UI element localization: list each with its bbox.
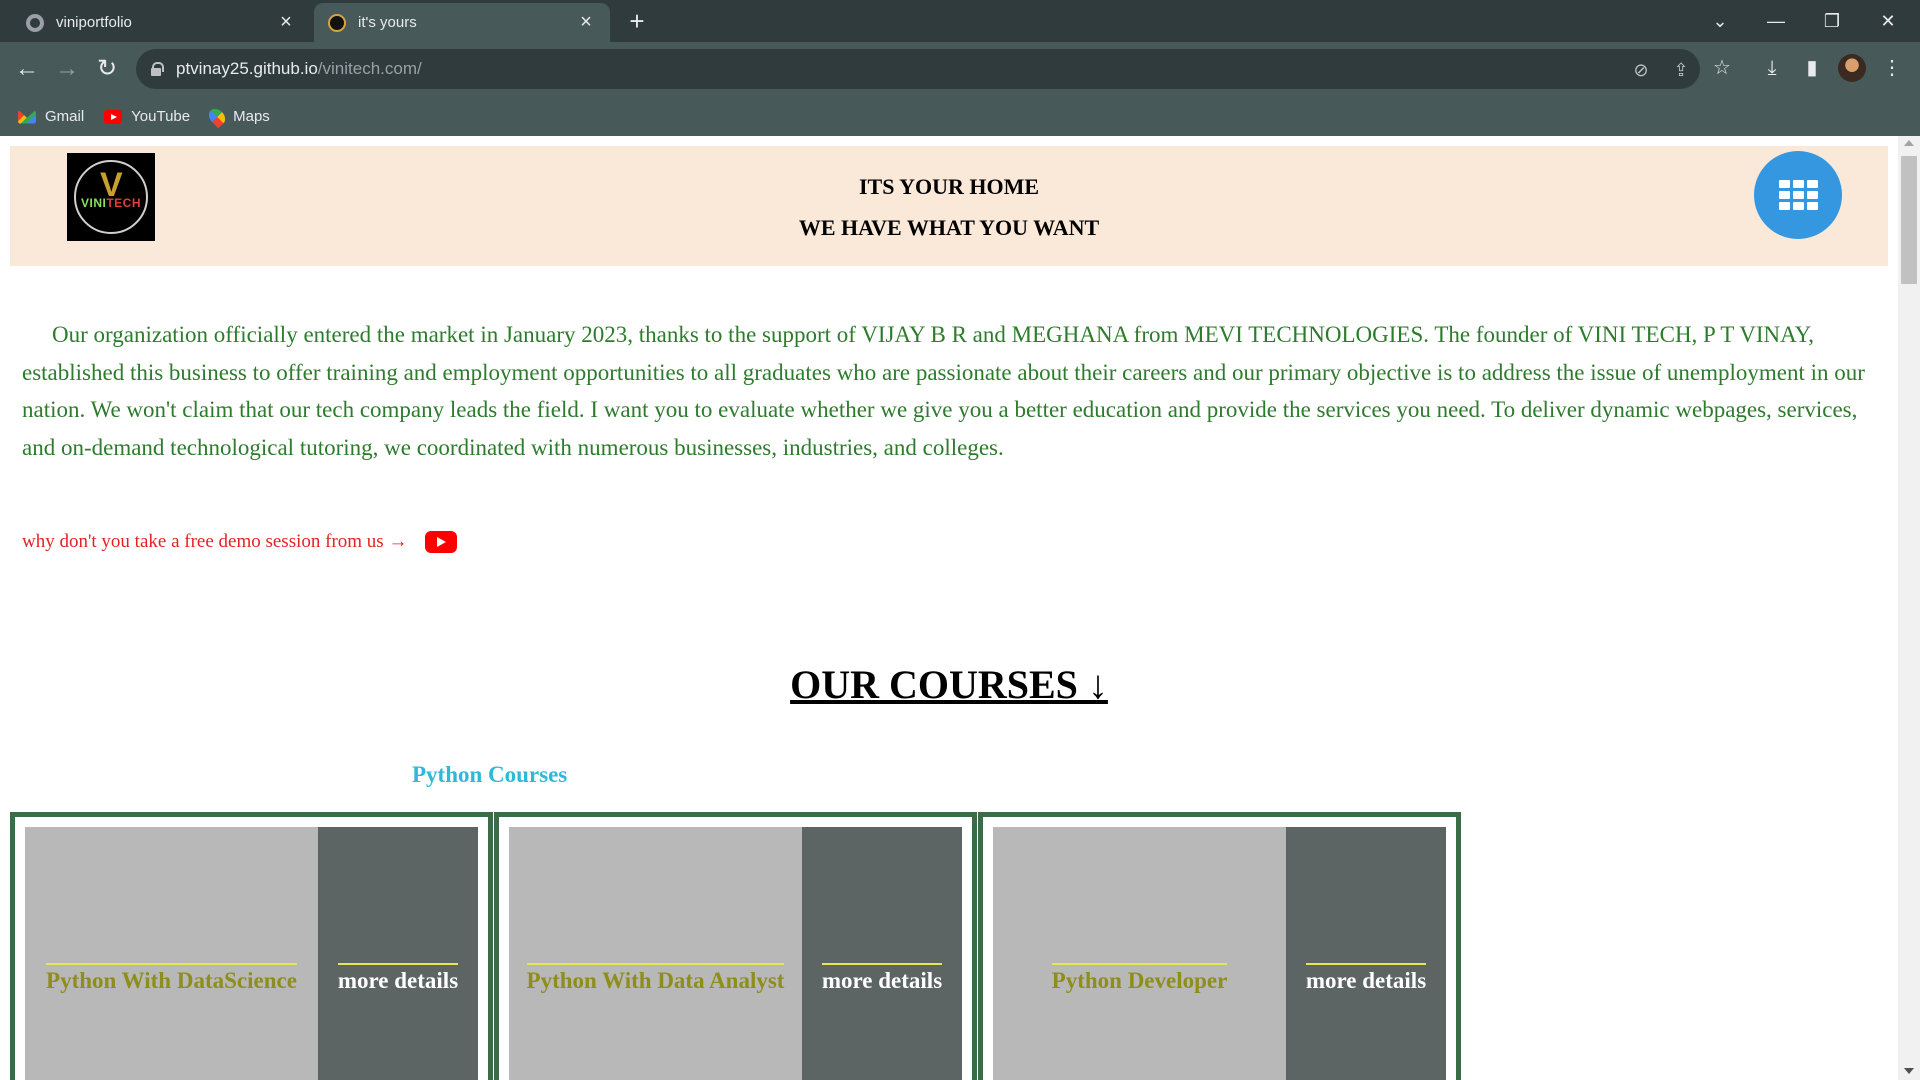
course-name-panel: Python With DataScience — [25, 827, 318, 1080]
gmail-icon — [18, 109, 36, 124]
tab-search-icon[interactable]: ⌄ — [1692, 0, 1748, 42]
header-title: ITS YOUR HOME — [858, 174, 1040, 199]
site-favicon-icon — [328, 13, 346, 32]
grid-cell — [1806, 191, 1818, 199]
restore-button[interactable]: ❐ — [1804, 0, 1860, 42]
bookmark-star-icon[interactable]: ☆ — [1708, 54, 1736, 82]
bookmark-label: Maps — [233, 108, 270, 125]
tab-title: viniportfolio — [56, 14, 132, 31]
tab-strip: viniportfolio × it's yours × + ⌄ — ❐ ✕ — [0, 0, 1920, 42]
back-button[interactable]: ← — [12, 54, 42, 84]
site-header: V VINITECH ITS YOUR HOME WE HAVE WHAT YO… — [10, 146, 1888, 266]
course-name: Python With Data Analyst — [526, 962, 785, 994]
course-card: Python With DataScience more details — [10, 812, 493, 1080]
bookmark-label: YouTube — [131, 108, 191, 125]
course-name: Python With DataScience — [46, 962, 297, 994]
grid-cell — [1778, 180, 1790, 188]
grid-cell — [1792, 180, 1804, 188]
eye-off-icon[interactable]: ⊘ — [1630, 59, 1652, 81]
close-window-button[interactable]: ✕ — [1860, 0, 1916, 42]
grid-menu-button[interactable] — [1754, 151, 1842, 239]
card-inner: Python With Data Analyst more details — [509, 827, 962, 1080]
demo-session-text: why don't you take a free demo session f… — [22, 531, 408, 552]
page-viewport: V VINITECH ITS YOUR HOME WE HAVE WHAT YO… — [0, 136, 1898, 1080]
bookmarks-bar: Gmail YouTube Maps — [0, 97, 1920, 136]
header-subtitle: WE HAVE WHAT YOU WANT — [798, 215, 1100, 240]
card-inner: Python Developer more details — [993, 827, 1446, 1080]
tab-title: it's yours — [358, 14, 417, 31]
course-card: Python Developer more details — [978, 812, 1461, 1080]
grid-cell — [1778, 191, 1790, 199]
python-courses-heading: Python Courses — [412, 762, 568, 787]
tab-viniportfolio[interactable]: viniportfolio × — [12, 3, 310, 42]
more-details-button[interactable]: more details — [821, 962, 943, 994]
youtube-play-icon[interactable] — [425, 531, 458, 553]
demo-session-line: why don't you take a free demo session f… — [22, 531, 458, 553]
bookmark-label: Gmail — [45, 108, 85, 125]
download-icon[interactable]: ⤓ — [1758, 54, 1786, 82]
browser-menu-icon[interactable]: ⋮ — [1878, 54, 1906, 82]
tab-close-icon[interactable]: × — [576, 11, 596, 34]
course-name-panel: Python Developer — [993, 827, 1286, 1080]
about-paragraph: Our organization officially entered the … — [22, 322, 1865, 460]
bookmark-maps[interactable]: Maps — [205, 105, 270, 128]
bookmark-gmail[interactable]: Gmail — [18, 108, 84, 125]
course-name: Python Developer — [1051, 962, 1228, 994]
side-panel-icon[interactable]: ▮ — [1798, 54, 1826, 82]
card-inner: Python With DataScience more details — [25, 827, 478, 1080]
tab-close-icon[interactable]: × — [276, 11, 296, 34]
scroll-up-icon[interactable] — [1904, 140, 1914, 146]
browser-toolbar: ← → ↻ ptvinay25.github.io/vinitech.com/ … — [0, 42, 1920, 97]
url-host: ptvinay25.github.io — [176, 59, 318, 78]
bookmark-youtube[interactable]: YouTube — [104, 108, 190, 125]
more-details-button[interactable]: more details — [337, 962, 459, 994]
address-bar[interactable]: ptvinay25.github.io/vinitech.com/ ⊘ ⇪ — [136, 49, 1700, 89]
more-details-button[interactable]: more details — [1305, 962, 1427, 994]
reload-button[interactable]: ↻ — [92, 54, 122, 84]
globe-icon — [26, 13, 44, 32]
url-path: /vinitech.com/ — [317, 59, 422, 78]
browser-chrome: viniportfolio × it's yours × + ⌄ — ❐ ✕ ←… — [0, 0, 1920, 136]
grid-cell — [1792, 202, 1804, 210]
course-cards: Python With DataScience more details Pyt… — [10, 812, 1462, 1080]
more-details-panel[interactable]: more details — [1286, 827, 1446, 1080]
forward-button[interactable]: → — [52, 54, 82, 84]
minimize-button[interactable]: — — [1748, 0, 1804, 42]
maps-icon — [205, 105, 229, 128]
youtube-icon — [104, 109, 123, 124]
course-name-panel: Python With Data Analyst — [509, 827, 802, 1080]
more-details-panel[interactable]: more details — [318, 827, 478, 1080]
more-details-panel[interactable]: more details — [802, 827, 962, 1080]
new-tab-button[interactable]: + — [622, 6, 652, 36]
grid-cell — [1806, 180, 1818, 188]
tab-its-yours[interactable]: it's yours × — [314, 3, 610, 42]
profile-avatar[interactable] — [1838, 54, 1866, 82]
scroll-thumb[interactable] — [1901, 156, 1917, 284]
share-icon[interactable]: ⇪ — [1670, 59, 1692, 81]
course-card: Python With Data Analyst more details — [494, 812, 977, 1080]
page-scrollbar[interactable] — [1898, 136, 1920, 1080]
lock-icon[interactable] — [150, 62, 164, 76]
grid-cell — [1806, 202, 1818, 210]
grid-cell — [1792, 191, 1804, 199]
scroll-down-icon[interactable] — [1904, 1068, 1914, 1074]
courses-heading: OUR COURSES ↓ — [790, 662, 1108, 707]
grid-cell — [1778, 202, 1790, 210]
